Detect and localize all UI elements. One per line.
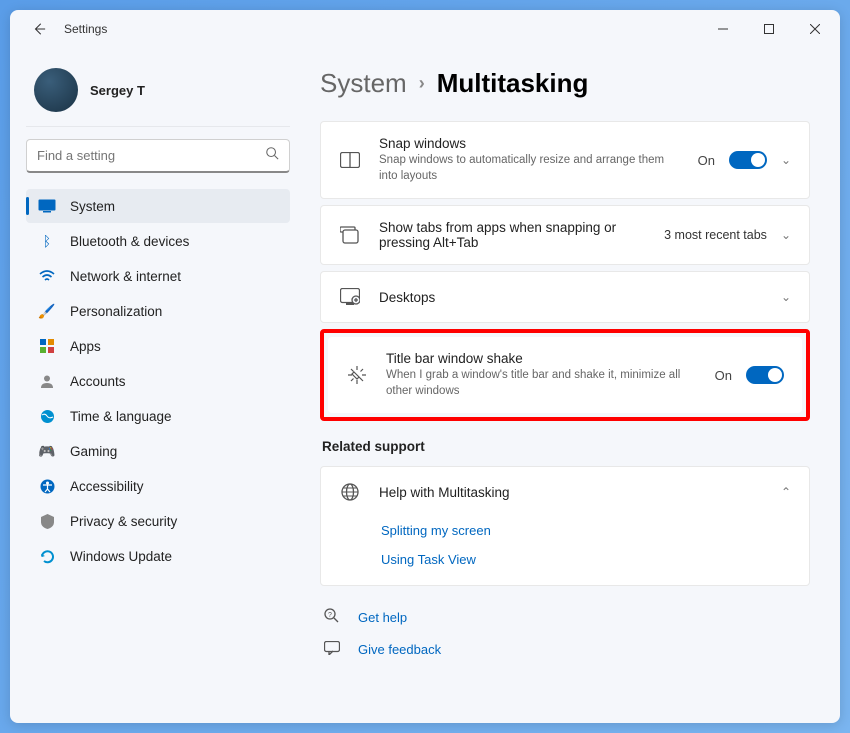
nav-bluetooth[interactable]: ᛒ Bluetooth & devices [26,224,290,258]
chevron-down-icon[interactable]: ⌄ [781,290,791,304]
personalization-icon: 🖌️ [38,302,56,320]
help-header[interactable]: Help with Multitasking ⌃ [321,467,809,517]
search-input[interactable] [37,148,265,163]
nav-network[interactable]: Network & internet [26,259,290,293]
alt-tab-card[interactable]: Show tabs from apps when snapping or pre… [320,205,810,265]
apps-icon [38,337,56,355]
maximize-button[interactable] [746,14,792,44]
card-title: Title bar window shake [386,351,697,366]
help-link-splitting[interactable]: Splitting my screen [381,523,791,538]
search-box[interactable] [26,139,290,173]
get-help-link[interactable]: ? Get help [324,608,806,627]
globe-icon [339,481,361,503]
shake-icon [346,364,368,386]
chevron-up-icon[interactable]: ⌃ [781,485,791,499]
privacy-icon [38,512,56,530]
close-button[interactable] [792,14,838,44]
nav-system[interactable]: System [26,189,290,223]
nav-label: Network & internet [70,269,181,284]
update-icon [38,547,56,565]
help-card: Help with Multitasking ⌃ Splitting my sc… [320,466,810,586]
main-content: System › Multitasking Snap windows Snap … [300,48,840,723]
desktops-card[interactable]: Desktops ⌄ [320,271,810,323]
avatar [34,68,78,112]
accessibility-icon [38,477,56,495]
nav-apps[interactable]: Apps [26,329,290,363]
nav-privacy[interactable]: Privacy & security [26,504,290,538]
nav-time[interactable]: Time & language [26,399,290,433]
card-title: Snap windows [379,136,680,151]
nav-label: Accessibility [70,479,144,494]
nav-personalization[interactable]: 🖌️ Personalization [26,294,290,328]
nav-update[interactable]: Windows Update [26,539,290,573]
link-text: Give feedback [358,642,441,657]
help-title: Help with Multitasking [379,485,763,500]
card-desc: When I grab a window's title bar and sha… [386,368,697,399]
desktops-icon [339,286,361,308]
toggle-state: On [698,153,715,168]
sidebar: Sergey T System ᛒ Bluetooth & devices Net… [10,48,300,723]
tabs-icon [339,224,361,246]
help-link-taskview[interactable]: Using Task View [381,552,791,567]
link-text: Get help [358,610,407,625]
highlight-annotation: Title bar window shake When I grab a win… [320,329,810,421]
titlebar: Settings [10,10,840,48]
nav-label: Accounts [70,374,126,389]
nav-label: System [70,199,115,214]
title-bar-shake-card[interactable]: Title bar window shake When I grab a win… [328,337,802,413]
nav-label: Bluetooth & devices [70,234,189,249]
back-button[interactable] [30,20,48,38]
card-title: Show tabs from apps when snapping or pre… [379,220,646,250]
toggle-state: On [715,368,732,383]
help-icon: ? [324,608,342,627]
minimize-button[interactable] [700,14,746,44]
gaming-icon: 🎮 [38,442,56,460]
nav-accounts[interactable]: Accounts [26,364,290,398]
settings-window: Settings Sergey T System ᛒ Bluetooth & de… [10,10,840,723]
search-icon [265,146,279,165]
snap-toggle[interactable] [729,151,767,169]
snap-icon [339,149,361,171]
profile[interactable]: Sergey T [26,62,290,127]
related-support-label: Related support [322,439,810,454]
nav-gaming[interactable]: 🎮 Gaming [26,434,290,468]
breadcrumb: System › Multitasking [320,68,810,99]
nav-label: Personalization [70,304,162,319]
nav-label: Windows Update [70,549,172,564]
card-desc: Snap windows to automatically resize and… [379,153,680,184]
card-title: Desktops [379,290,763,305]
system-icon [38,197,56,215]
nav-label: Privacy & security [70,514,177,529]
nav-label: Time & language [70,409,172,424]
shake-toggle[interactable] [746,366,784,384]
breadcrumb-parent[interactable]: System [320,68,407,99]
time-icon [38,407,56,425]
nav-accessibility[interactable]: Accessibility [26,469,290,503]
chevron-down-icon[interactable]: ⌄ [781,228,791,242]
breadcrumb-current: Multitasking [437,68,589,99]
svg-text:?: ? [328,612,332,619]
bluetooth-icon: ᛒ [38,232,56,250]
nav: System ᛒ Bluetooth & devices Network & in… [26,189,290,573]
chevron-down-icon[interactable]: ⌄ [781,153,791,167]
profile-name: Sergey T [90,83,145,98]
chevron-right-icon: › [419,73,425,94]
snap-windows-card[interactable]: Snap windows Snap windows to automatical… [320,121,810,199]
network-icon [38,267,56,285]
feedback-icon [324,641,342,658]
nav-label: Gaming [70,444,117,459]
nav-label: Apps [70,339,101,354]
accounts-icon [38,372,56,390]
give-feedback-link[interactable]: Give feedback [324,641,806,658]
window-title: Settings [64,22,107,36]
tabs-dropdown[interactable]: 3 most recent tabs [664,228,767,242]
